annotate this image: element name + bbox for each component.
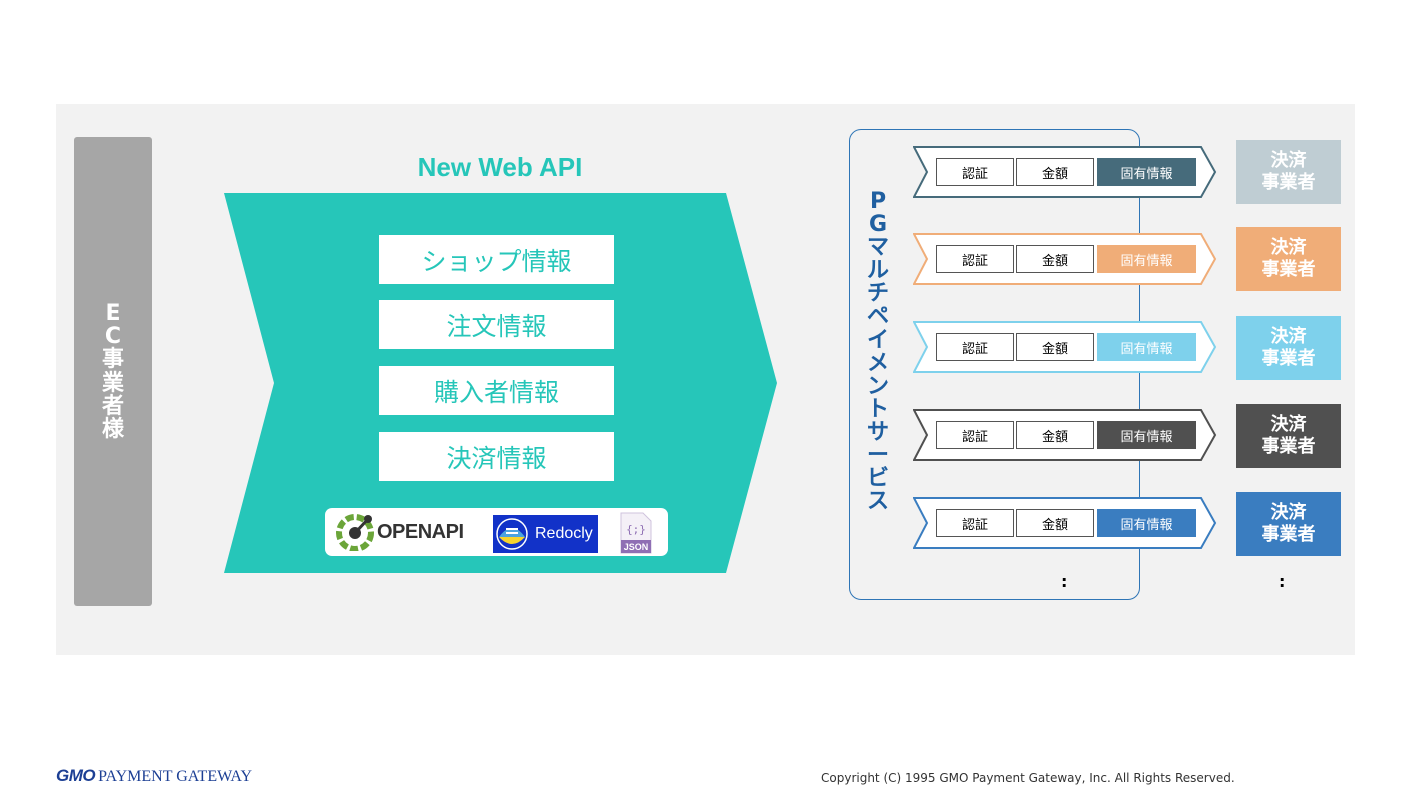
pg-char: G [868,212,888,238]
redocly-icon [496,518,528,550]
amount-cell: 金額 [1016,421,1094,449]
ec-char: C [104,324,122,350]
payment-provider-box: 決済 事業者 [1236,404,1341,468]
payment-provider-label: 決済 [1270,325,1307,347]
specific-info-cell: 固有情報 [1097,158,1196,186]
payment-provider-label: 事業者 [1261,172,1316,193]
svg-text:{;}: {;} [626,523,646,536]
pg-char: ー [866,443,889,469]
amount-cell: 金額 [1016,509,1094,537]
footer-logo-gmo: GMO [56,766,96,785]
payment-provider-box: 決済 事業者 [1236,227,1341,291]
redocly-text: Redocly [535,525,593,542]
pg-char: マ [866,235,889,261]
ec-merchant-label: EC事業者様 [102,302,124,441]
openapi-icon [336,514,374,551]
ec-char: 業 [101,370,124,396]
auth-cell: 認証 [936,333,1014,361]
auth-cell: 認証 [936,245,1014,273]
amount-cell: 金額 [1016,333,1094,361]
pg-char: P [869,189,887,214]
ec-merchant-bar: EC事業者様 [74,137,152,606]
payment-provider-label: 事業者 [1261,436,1316,457]
pg-char: ル [866,258,889,284]
ec-char: 様 [101,416,124,442]
specific-info-cell: 固有情報 [1097,509,1196,537]
specific-info-cell: 固有情報 [1097,245,1196,273]
amount-cell: 金額 [1016,245,1094,273]
amount-cell: 金額 [1016,158,1094,186]
payment-provider-label: 事業者 [1261,524,1316,545]
payment-provider-label: 決済 [1270,149,1307,171]
payment-provider-label: 決済 [1270,236,1307,258]
api-item-payment: 決済情報 [379,432,614,481]
payment-provider-label: 決済 [1270,501,1307,523]
footer-logo: GMO PAYMENT GATEWAY [56,766,252,786]
pg-char: ビ [866,466,889,492]
specific-info-cell: 固有情報 [1097,421,1196,449]
ec-char: 者 [101,393,124,419]
pg-char: サ [866,419,889,445]
copyright-text: Copyright (C) 1995 GMO Payment Gateway, … [821,771,1235,785]
payment-provider-label: 決済 [1270,413,1307,435]
provider-ellipsis: : [1279,572,1286,591]
pg-char: ス [866,489,889,515]
redocly-logo: Redocly [493,515,598,553]
payment-provider-label: 事業者 [1261,348,1316,369]
pg-ellipsis: : [1061,572,1068,591]
api-item-order: 注文情報 [379,300,614,349]
api-item-buyer: 購入者情報 [379,366,614,415]
openapi-text: OPENAPI [377,520,464,543]
pg-char: メ [866,350,889,376]
ec-char: E [105,301,121,327]
pg-service-label: PGマルチペイメントサービス [864,190,892,513]
pg-char: ペ [866,304,889,330]
auth-cell: 認証 [936,509,1014,537]
specific-info-cell: 固有情報 [1097,333,1196,361]
api-item-shop: ショップ情報 [379,235,614,284]
api-title: New Web API [417,152,583,182]
json-file-icon: {;} JSON [620,512,652,554]
pg-char: ン [866,373,889,399]
payment-provider-label: 事業者 [1261,259,1316,280]
openapi-logo: OPENAPI [336,513,464,551]
footer-logo-text: PAYMENT GATEWAY [98,768,253,785]
ec-char: 事 [101,347,124,373]
payment-provider-box: 決済 事業者 [1236,492,1341,556]
pg-char: イ [866,327,889,353]
svg-text:JSON: JSON [624,542,649,552]
payment-provider-box: 決済 事業者 [1236,140,1341,204]
pg-char: ト [866,396,889,422]
pg-char: チ [866,281,889,307]
auth-cell: 認証 [936,421,1014,449]
auth-cell: 認証 [936,158,1014,186]
payment-provider-box: 決済 事業者 [1236,316,1341,380]
